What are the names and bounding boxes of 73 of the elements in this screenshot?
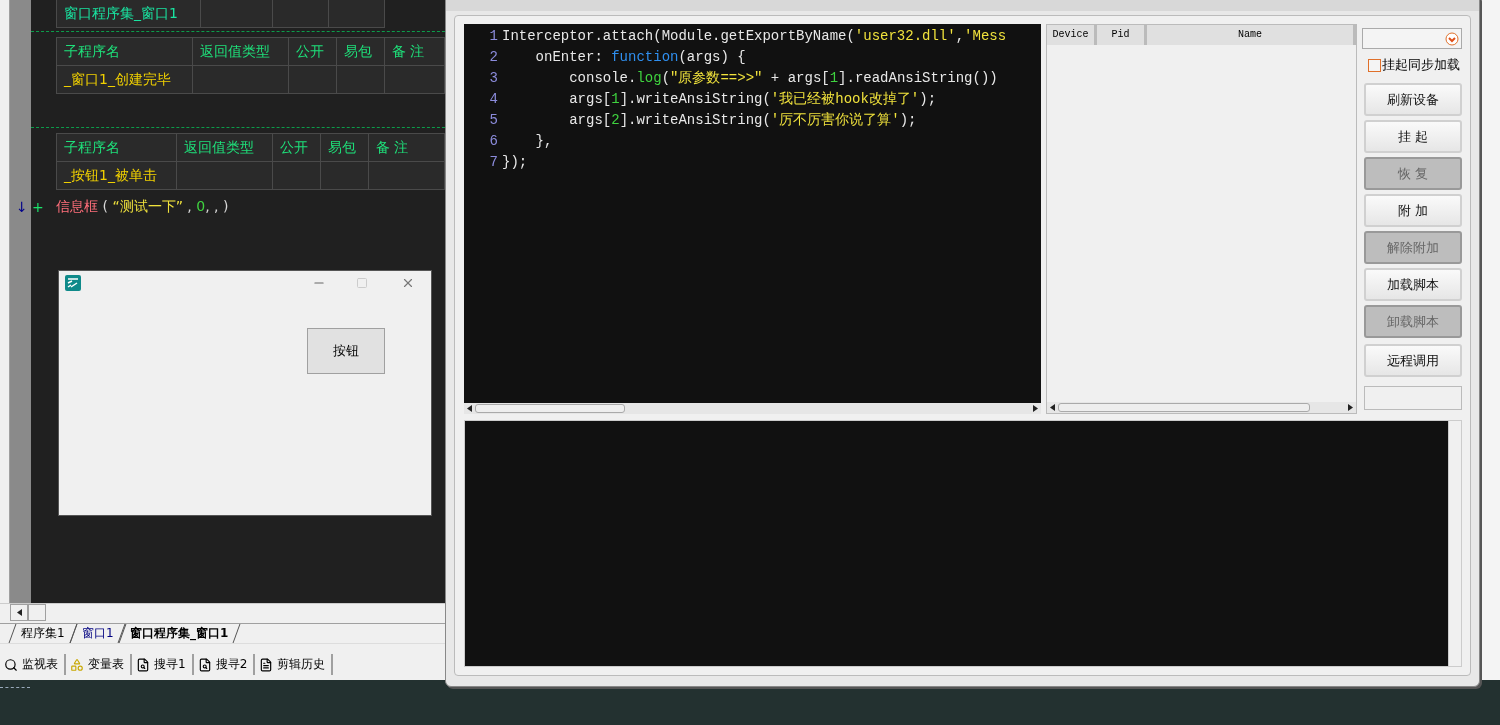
- dropdown[interactable]: [1362, 28, 1462, 49]
- code-statement: 信息框 ( “测试一下” , 0, , ): [56, 198, 229, 216]
- line-number: 6: [488, 132, 498, 151]
- column-header: 返回值类型: [177, 134, 273, 162]
- action-button[interactable]: 附 加: [1364, 194, 1462, 227]
- horizontal-scrollbar[interactable]: [0, 603, 445, 621]
- checkbox[interactable]: [1368, 58, 1381, 72]
- code-line: args[2].writeAnsiString('厉不厉害你说了算');: [568, 111, 918, 130]
- code-line: console.log("原参数==>>" + args[1].readAnsiString()): [568, 69, 999, 88]
- column-header: 公开: [273, 134, 321, 162]
- panel-tab[interactable]: 搜寻2: [193, 654, 256, 675]
- left-arrow-icon: [1050, 404, 1055, 411]
- chevron-down-icon: [1445, 31, 1459, 46]
- column-header[interactable]: Name: [1147, 25, 1356, 45]
- column-header: 返回值类型: [193, 38, 289, 66]
- code-line: onEnter: function(args) {: [534, 48, 747, 67]
- column-header: 易包: [337, 38, 385, 66]
- device-list[interactable]: Device Pid Name: [1046, 24, 1357, 414]
- table-cell: _按钮1_被单击: [57, 162, 177, 190]
- left-arrow-icon: [467, 405, 472, 412]
- arrow-marker: ↓: [16, 199, 29, 215]
- right-arrow-icon: [1033, 405, 1038, 412]
- column-header[interactable]: Pid: [1097, 25, 1147, 45]
- maximize-icon[interactable]: [356, 277, 368, 289]
- action-button[interactable]: 远程调用: [1364, 344, 1462, 377]
- code-line: args[1].writeAnsiString('我已经被hook改掉了');: [568, 90, 938, 109]
- table-cell: _窗口1_创建完毕: [57, 66, 193, 94]
- code-line: Interceptor.attach(Module.getExportByName('user32.dll','Mess: [502, 27, 1007, 46]
- line-number: 7: [488, 153, 498, 172]
- action-button[interactable]: 加载脚本: [1364, 268, 1462, 301]
- line-number: 4: [488, 90, 498, 109]
- document-tab[interactable]: 程序集1: [8, 624, 78, 643]
- column-header: 子程序名: [57, 134, 177, 162]
- search-icon: [4, 657, 18, 672]
- left-arrow-icon: [16, 609, 22, 616]
- panel-tab[interactable]: 搜寻1: [132, 654, 194, 675]
- line-number: 3: [488, 69, 498, 88]
- column-header: 备 注: [385, 38, 445, 66]
- code-editor[interactable]: [464, 24, 1041, 403]
- action-button[interactable]: 刷新设备: [1364, 83, 1462, 116]
- line-number: 2: [488, 48, 498, 67]
- document-tab[interactable]: 窗口程序集_窗口1: [117, 624, 242, 643]
- horizontal-scrollbar[interactable]: [464, 403, 1041, 414]
- horizontal-scrollbar[interactable]: [1047, 402, 1356, 413]
- line-number: 1: [488, 27, 498, 46]
- plus-marker: +: [32, 199, 45, 215]
- code-line: },: [534, 132, 554, 151]
- document-tab[interactable]: 窗口1: [69, 624, 126, 643]
- file-search-icon: [136, 657, 150, 672]
- action-button[interactable]: 挂 起: [1364, 120, 1462, 153]
- column-header: 子程序名: [57, 38, 193, 66]
- panel-tab[interactable]: 变量表: [66, 654, 132, 675]
- column-header: 备 注: [369, 134, 445, 162]
- line-number: 5: [488, 111, 498, 130]
- panel-tab[interactable]: 监视表: [0, 654, 66, 675]
- table-cell: [273, 162, 321, 190]
- checkbox-label: 挂起同步加载: [1382, 56, 1460, 74]
- form-button[interactable]: 按钮: [307, 328, 385, 374]
- document-icon: [259, 657, 274, 672]
- column-header: 公开: [289, 38, 337, 66]
- file-search-icon: [197, 657, 212, 672]
- table-cell: 窗口程序集_窗口1: [57, 0, 201, 28]
- shapes-icon: [70, 657, 84, 672]
- column-header: 易包: [321, 134, 369, 162]
- close-icon[interactable]: [401, 276, 415, 290]
- table-cell: [337, 66, 385, 94]
- app-icon: [65, 275, 81, 291]
- code-line: });: [502, 153, 529, 172]
- table-cell: [289, 66, 337, 94]
- panel-tab[interactable]: 剪辑历史: [255, 654, 334, 675]
- column-header[interactable]: Device: [1047, 25, 1097, 45]
- table-cell: [321, 162, 369, 190]
- right-arrow-icon: [1348, 404, 1353, 411]
